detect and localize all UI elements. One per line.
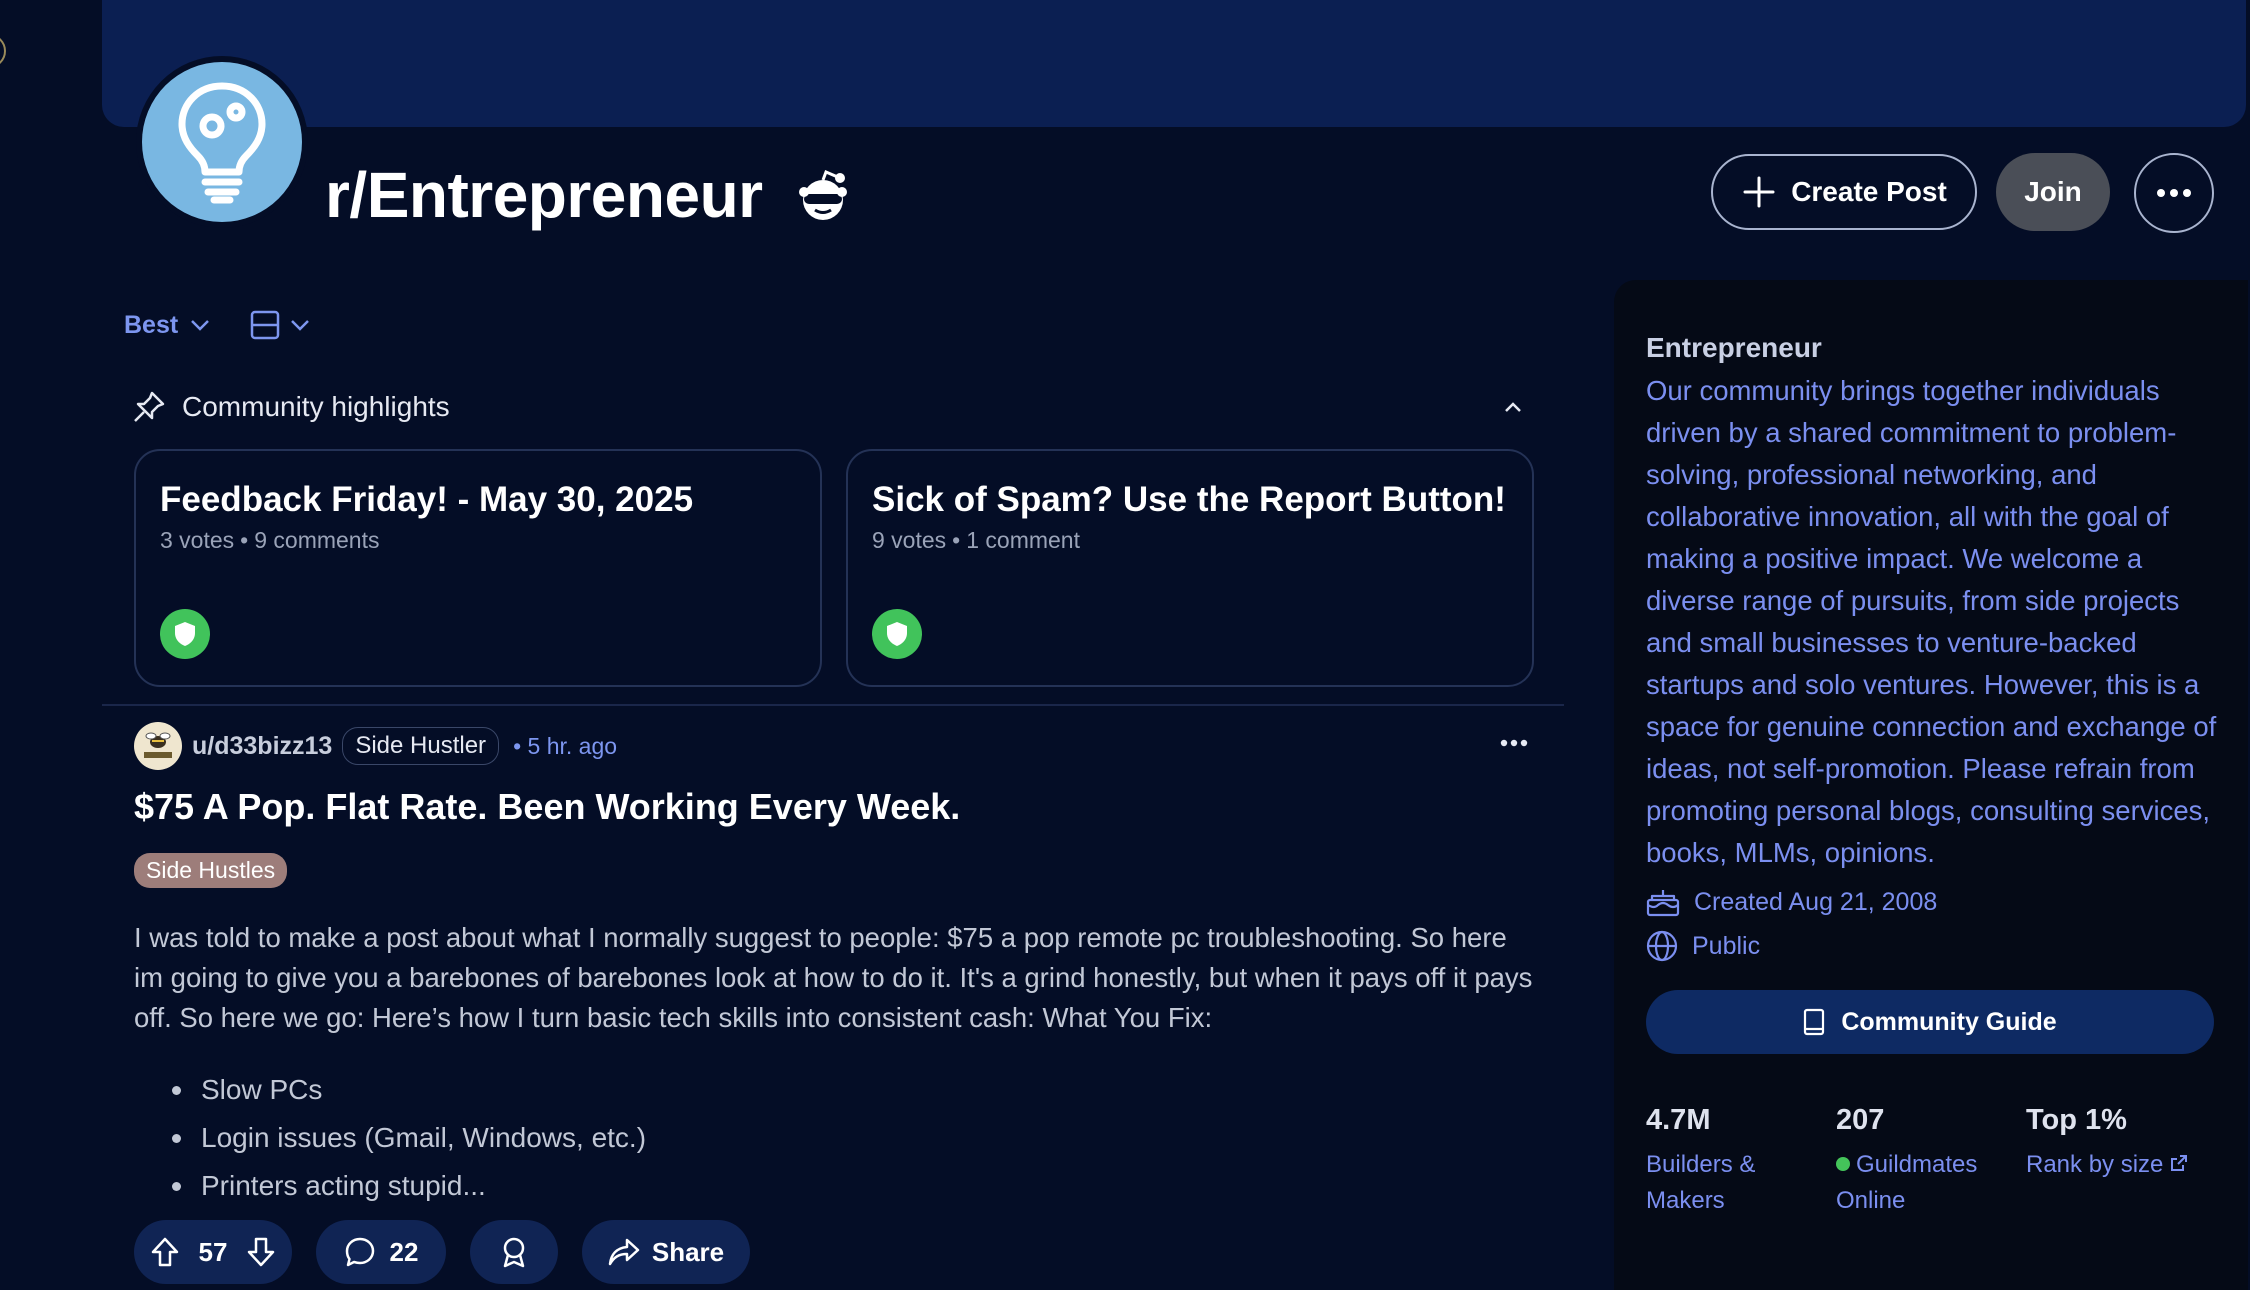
card-view-icon: [250, 310, 280, 340]
community-more-button[interactable]: [2134, 153, 2214, 233]
stat-label: Builders & Makers: [1646, 1151, 1756, 1214]
community-stats: 4.7M Builders & Makers 207 Guildmates On…: [1646, 1104, 2216, 1219]
highlight-comments: 9 comments: [254, 527, 380, 553]
post-username[interactable]: u/d33bizz13: [192, 732, 332, 761]
community-banner: [102, 0, 2246, 127]
highlight-card[interactable]: Feedback Friday! - May 30, 2025 3 votes •…: [134, 449, 822, 687]
create-post-button[interactable]: Create Post: [1711, 154, 1977, 230]
post-title[interactable]: $75 A Pop. Flat Rate. Been Working Every…: [134, 786, 960, 828]
created-date: Created Aug 21, 2008: [1646, 886, 2216, 918]
award-icon: [503, 1237, 525, 1268]
highlight-title: Feedback Friday! - May 30, 2025: [160, 480, 694, 519]
stat-value: Top 1%: [2026, 1104, 2127, 1136]
share-button[interactable]: Share: [582, 1220, 750, 1284]
post-more-button[interactable]: [1500, 734, 1528, 752]
sort-dropdown[interactable]: Best: [124, 311, 210, 340]
highlight-meta: 9 votes • 1 comment: [872, 527, 1080, 553]
highlights-label: Community highlights: [182, 391, 450, 422]
stat-online: 207 Guildmates Online: [1836, 1104, 2026, 1219]
highlight-title: Sick of Spam? Use the Report Button!: [872, 480, 1506, 519]
ellipsis-icon: [1500, 739, 1528, 747]
list-item: Slow PCs: [170, 1066, 646, 1114]
chevron-down-icon: [191, 320, 210, 331]
post-list: Slow PCs Login issues (Gmail, Windows, e…: [170, 1066, 646, 1210]
ellipsis-icon: [2157, 189, 2191, 197]
list-item: Login issues (Gmail, Windows, etc.): [170, 1114, 646, 1162]
upvote-count: 57: [198, 1236, 228, 1267]
highlight-comments: 1 comment: [966, 527, 1080, 553]
comments-button[interactable]: 22: [316, 1220, 446, 1284]
community-highlights-header: Community highlights: [132, 390, 1522, 424]
sort-label: Best: [124, 310, 179, 339]
cake-icon: [1646, 890, 1680, 917]
community-avatar[interactable]: [136, 56, 308, 228]
create-post-label: Create Post: [1791, 176, 1947, 207]
post-time-value: 5 hr. ago: [527, 732, 618, 759]
chevron-down-icon: [291, 320, 310, 331]
highlight-card[interactable]: Sick of Spam? Use the Report Button! 9 v…: [846, 449, 1534, 687]
user-avatar[interactable]: [134, 722, 182, 770]
post-meta: u/d33bizz13 Side Hustler • 5 hr. ago: [134, 722, 617, 770]
snoo-sunglasses-icon: [799, 170, 847, 220]
mod-badge: [872, 609, 922, 659]
feed-divider: [102, 704, 1564, 706]
stat-rank[interactable]: Top 1% Rank by size: [2026, 1104, 2216, 1219]
stat-label: Rank by size: [2026, 1147, 2216, 1183]
created-label: Created Aug 21, 2008: [1694, 887, 1938, 916]
visibility: Public: [1646, 930, 2216, 962]
visibility-label: Public: [1692, 931, 1761, 960]
community-guide-button[interactable]: Community Guide: [1646, 990, 2214, 1054]
edge-circle: [0, 34, 6, 68]
community-sidebar: Entrepreneur Our community brings togeth…: [1614, 280, 2248, 1290]
join-button[interactable]: Join: [1996, 153, 2110, 231]
shield-icon: [887, 622, 907, 646]
stat-members: 4.7M Builders & Makers: [1646, 1104, 1836, 1219]
post-time: • 5 hr. ago: [513, 732, 618, 759]
stat-label-text: Guildmates Online: [1836, 1151, 1978, 1214]
upvote-icon[interactable]: [150, 1236, 180, 1268]
stat-value: 4.7M: [1646, 1104, 1711, 1136]
book-icon: [1804, 1008, 1825, 1036]
external-link-icon: [2171, 1155, 2188, 1171]
post-flair[interactable]: Side Hustles: [134, 853, 288, 888]
sidebar-community-name: Entrepreneur: [1646, 332, 1822, 363]
stat-label: Guildmates Online: [1836, 1147, 2026, 1219]
share-icon: [608, 1238, 640, 1266]
lightbulb-gear-icon: [178, 82, 266, 204]
highlight-votes: 3 votes: [160, 527, 235, 553]
highlight-votes: 9 votes: [872, 527, 947, 553]
downvote-icon[interactable]: [246, 1236, 276, 1268]
comment-count: 22: [389, 1236, 419, 1267]
pin-icon: [134, 391, 165, 422]
bee-icon: [144, 732, 172, 758]
sidebar-description: Our community brings together individual…: [1646, 375, 2217, 868]
post-body: I was told to make a post about what I n…: [134, 922, 1533, 1033]
community-guide-label: Community Guide: [1841, 1007, 2057, 1036]
highlight-meta: 3 votes • 9 comments: [160, 527, 380, 553]
view-dropdown[interactable]: [250, 310, 310, 340]
stat-value: 207: [1836, 1104, 1885, 1136]
vote-controls: 57: [134, 1220, 292, 1284]
award-button[interactable]: [470, 1220, 558, 1284]
chevron-up-icon[interactable]: [1504, 401, 1522, 413]
plus-icon: [1743, 176, 1775, 208]
subreddit-name: r/Entrepreneur: [325, 159, 763, 231]
stat-label-text: Rank by size: [2026, 1151, 2164, 1178]
list-item: Printers acting stupid...: [170, 1162, 646, 1210]
user-flair: Side Hustler: [342, 727, 500, 765]
online-indicator: [1836, 1157, 1850, 1171]
comment-icon: [345, 1237, 374, 1267]
shield-icon: [175, 622, 195, 646]
share-label: Share: [651, 1236, 725, 1267]
globe-icon: [1646, 930, 1678, 962]
mod-badge: [160, 609, 210, 659]
feed-controls: Best: [124, 310, 310, 340]
